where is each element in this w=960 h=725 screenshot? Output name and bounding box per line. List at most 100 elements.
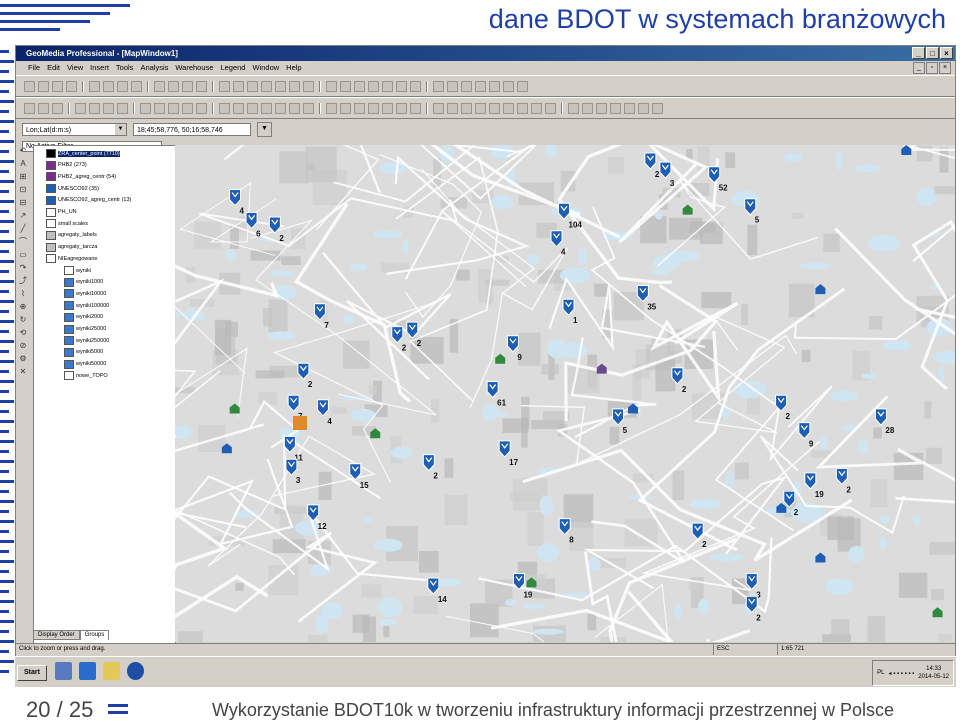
toolbar-button-icon[interactable] [354, 80, 365, 92]
vertical-tool-icon[interactable]: A [18, 159, 28, 169]
coordinate-readout[interactable]: 18;45;58,776, 50;16;58,746 [133, 122, 251, 136]
toolbar-button-icon[interactable] [117, 102, 128, 114]
toolbar-button-icon[interactable] [233, 80, 244, 92]
toolbar-button-icon[interactable] [503, 102, 514, 114]
toolbar-button-icon[interactable] [517, 80, 528, 92]
mdi-minimize-icon[interactable]: _ [913, 62, 925, 74]
vertical-tool-icon[interactable]: ⌒ [18, 237, 28, 247]
toolbar-button-icon[interactable] [66, 80, 77, 92]
map-canvas[interactable]: 4622352510447229135274612292851131521721… [175, 145, 956, 642]
close-button[interactable]: × [940, 47, 953, 59]
maximize-button[interactable]: □ [926, 47, 939, 59]
toolbar-button-icon[interactable] [261, 80, 272, 92]
taskbar-app-icon[interactable] [79, 662, 96, 680]
vertical-tool-icon[interactable]: ⊡ [18, 185, 28, 195]
toolbar-button-icon[interactable] [354, 102, 365, 114]
toolbar-button-icon[interactable] [382, 80, 393, 92]
toolbar-button-icon[interactable] [638, 102, 649, 114]
vertical-tool-icon[interactable]: ⊕ [18, 302, 28, 312]
vertical-tool-icon[interactable]: ⊟ [18, 198, 28, 208]
mdi-close-icon[interactable]: × [939, 62, 951, 74]
toolbar-button-icon[interactable] [531, 102, 542, 114]
legend-item[interactable]: ZRA_center_point (7710) [46, 149, 120, 158]
toolbar-button-icon[interactable] [52, 80, 63, 92]
toolbar-button-icon[interactable] [103, 102, 114, 114]
legend-item[interactable]: PHB2 (273) [46, 160, 87, 170]
legend-item[interactable]: wyniki250000 [64, 336, 109, 346]
toolbar-button-icon[interactable] [261, 102, 272, 114]
vertical-tool-icon[interactable]: ↶ [18, 146, 28, 156]
toolbar-button-icon[interactable] [196, 102, 207, 114]
toolbar-button-icon[interactable] [433, 80, 444, 92]
toolbar-button-icon[interactable] [89, 102, 100, 114]
toolbar-button-icon[interactable] [89, 80, 100, 92]
toolbar-button-icon[interactable] [303, 80, 314, 92]
map-window[interactable]: 4622352510447229135274612292851131521721… [175, 145, 956, 642]
toolbar-button-icon[interactable] [38, 80, 49, 92]
legend-item[interactable]: wyniki1000 [64, 277, 103, 287]
vertical-tool-icon[interactable]: ↻ [18, 315, 28, 325]
toolbar-button-icon[interactable] [326, 102, 337, 114]
tab-display-order[interactable]: Display Order [33, 630, 80, 640]
toolbar-button-icon[interactable] [610, 102, 621, 114]
legend-item[interactable]: wyniki50000 [64, 359, 106, 369]
toolbar-button-icon[interactable] [154, 80, 165, 92]
toolbar-button-icon[interactable] [340, 80, 351, 92]
toolbar-button-icon[interactable] [219, 102, 230, 114]
menu-item[interactable]: Insert [90, 61, 109, 75]
vertical-tool-icon[interactable]: ⚙ [18, 354, 28, 364]
toolbar-button-icon[interactable] [475, 102, 486, 114]
toolbar-button-icon[interactable] [461, 80, 472, 92]
vertical-tool-icon[interactable]: ⊞ [18, 172, 28, 182]
vertical-tool-icon[interactable]: ⌇ [18, 289, 28, 299]
toolbar-button-icon[interactable] [545, 102, 556, 114]
toolbar-button-icon[interactable] [303, 102, 314, 114]
toolbar-button-icon[interactable] [652, 102, 663, 114]
toolbar-button-icon[interactable] [154, 102, 165, 114]
tab-groups[interactable]: Groups [79, 630, 110, 640]
toolbar-button-icon[interactable] [461, 102, 472, 114]
toolbar-button-icon[interactable] [247, 102, 258, 114]
vertical-tool-icon[interactable]: ↷ [18, 263, 28, 273]
toolbar-button-icon[interactable] [326, 80, 337, 92]
toolbar-button-icon[interactable] [140, 102, 151, 114]
vertical-tool-icon[interactable]: ↗ [18, 211, 28, 221]
legend-item[interactable]: wyniki [64, 266, 91, 275]
toolbar-button-icon[interactable] [340, 102, 351, 114]
menu-item[interactable]: View [67, 61, 83, 75]
legend-item[interactable]: NIEagregowane [46, 254, 97, 264]
toolbar-button-icon[interactable] [275, 80, 286, 92]
mdi-restore-icon[interactable]: ▫ [926, 62, 938, 74]
legend-item[interactable]: agregaty_labels [46, 230, 97, 240]
window-titlebar[interactable]: GeoMedia Professional - [MapWindow1] _ □… [16, 46, 955, 61]
toolbar-button-icon[interactable] [182, 80, 193, 92]
toolbar-button-icon[interactable] [433, 102, 444, 114]
vertical-tool-icon[interactable]: ⤴ [18, 276, 28, 286]
toolbar-button-icon[interactable] [447, 102, 458, 114]
toolbar-button-icon[interactable] [168, 102, 179, 114]
toolbar-button-icon[interactable] [410, 102, 421, 114]
toolbar-button-icon[interactable] [582, 102, 593, 114]
toolbar-button-icon[interactable] [289, 80, 300, 92]
toolbar-button-icon[interactable] [131, 80, 142, 92]
legend-item[interactable]: wyniki10000 [64, 289, 106, 299]
vertical-tool-icon[interactable]: ╱ [18, 224, 28, 234]
vertical-tool-icon[interactable]: ▭ [18, 250, 28, 260]
toolbar-button-icon[interactable] [24, 102, 35, 114]
toolbar-button-icon[interactable] [596, 102, 607, 114]
toolbar-button-icon[interactable] [503, 80, 514, 92]
toolbar-button-icon[interactable] [275, 102, 286, 114]
toolbar-button-icon[interactable] [75, 102, 86, 114]
clock[interactable]: 14:33 2014-05-12 [918, 665, 949, 681]
legend-item[interactable]: PHB2_agreg_centr (54) [46, 172, 116, 182]
menu-item[interactable]: Help [286, 61, 301, 75]
taskbar-geomedia-icon[interactable] [127, 662, 144, 680]
toolbar-button-icon[interactable] [396, 102, 407, 114]
toolbar-button-icon[interactable] [38, 102, 49, 114]
legend-item[interactable]: small scales [46, 219, 88, 229]
menu-item[interactable]: File [28, 61, 40, 75]
start-button[interactable]: Start [17, 665, 47, 681]
legend-item[interactable]: nowe_TOPO [64, 371, 108, 381]
legend-item[interactable]: wyniki100000 [64, 301, 109, 311]
toolbar-button-icon[interactable] [489, 102, 500, 114]
